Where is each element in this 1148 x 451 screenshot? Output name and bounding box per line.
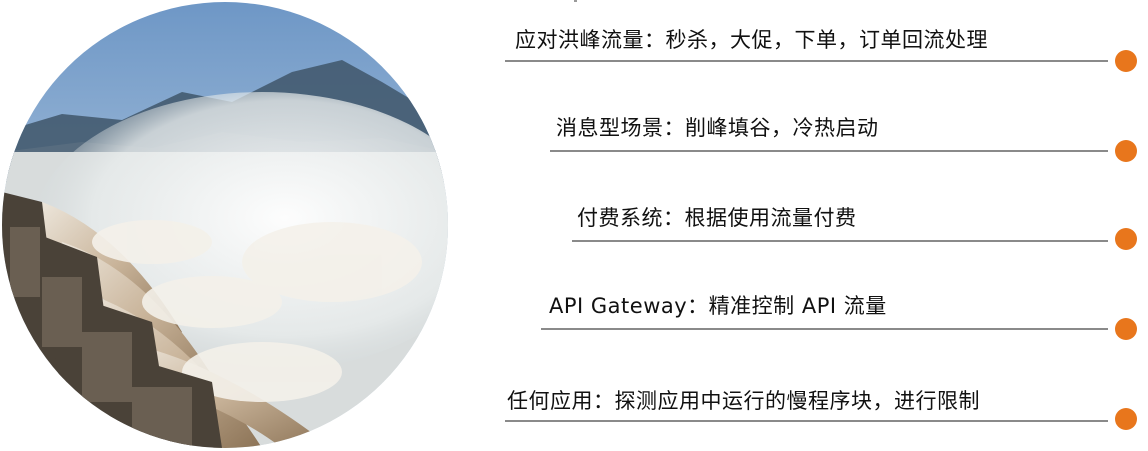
divider-line [550,150,1108,152]
bullet-dot-icon [1115,50,1137,72]
list-item-label: 任何应用：探测应用中运行的慢程序块，进行限制 [507,389,980,413]
bullet-dot-icon [1115,318,1137,340]
divider-line [505,420,1108,422]
list-item: 消息型场景：削峰填谷，冷热启动 [0,106,1148,166]
list-item: 应对洪峰流量：秒杀，大促，下单，订单回流处理 [0,16,1148,76]
bullet-dot-icon [1115,408,1137,430]
bullet-dot-icon [1115,228,1137,250]
list-item: 任何应用：探测应用中运行的慢程序块，进行限制 [0,377,1148,437]
list-item: API Gateway：精准控制 API 流量 [0,284,1148,344]
divider-line [541,328,1108,330]
divider-line [572,240,1108,242]
bullet-dot-icon [1115,140,1137,162]
feature-list: 应对洪峰流量：秒杀，大促，下单，订单回流处理 消息型场景：削峰填谷，冷热启动 付… [0,0,1148,451]
list-item-label: 付费系统：根据使用流量付费 [577,206,857,230]
divider-line [505,60,1108,62]
list-item-label: 应对洪峰流量：秒杀，大促，下单，订单回流处理 [515,28,988,52]
list-item: 付费系统：根据使用流量付费 [0,196,1148,256]
list-item-label: API Gateway：精准控制 API 流量 [549,294,887,318]
list-item-label: 消息型场景：削峰填谷，冷热启动 [556,116,879,140]
